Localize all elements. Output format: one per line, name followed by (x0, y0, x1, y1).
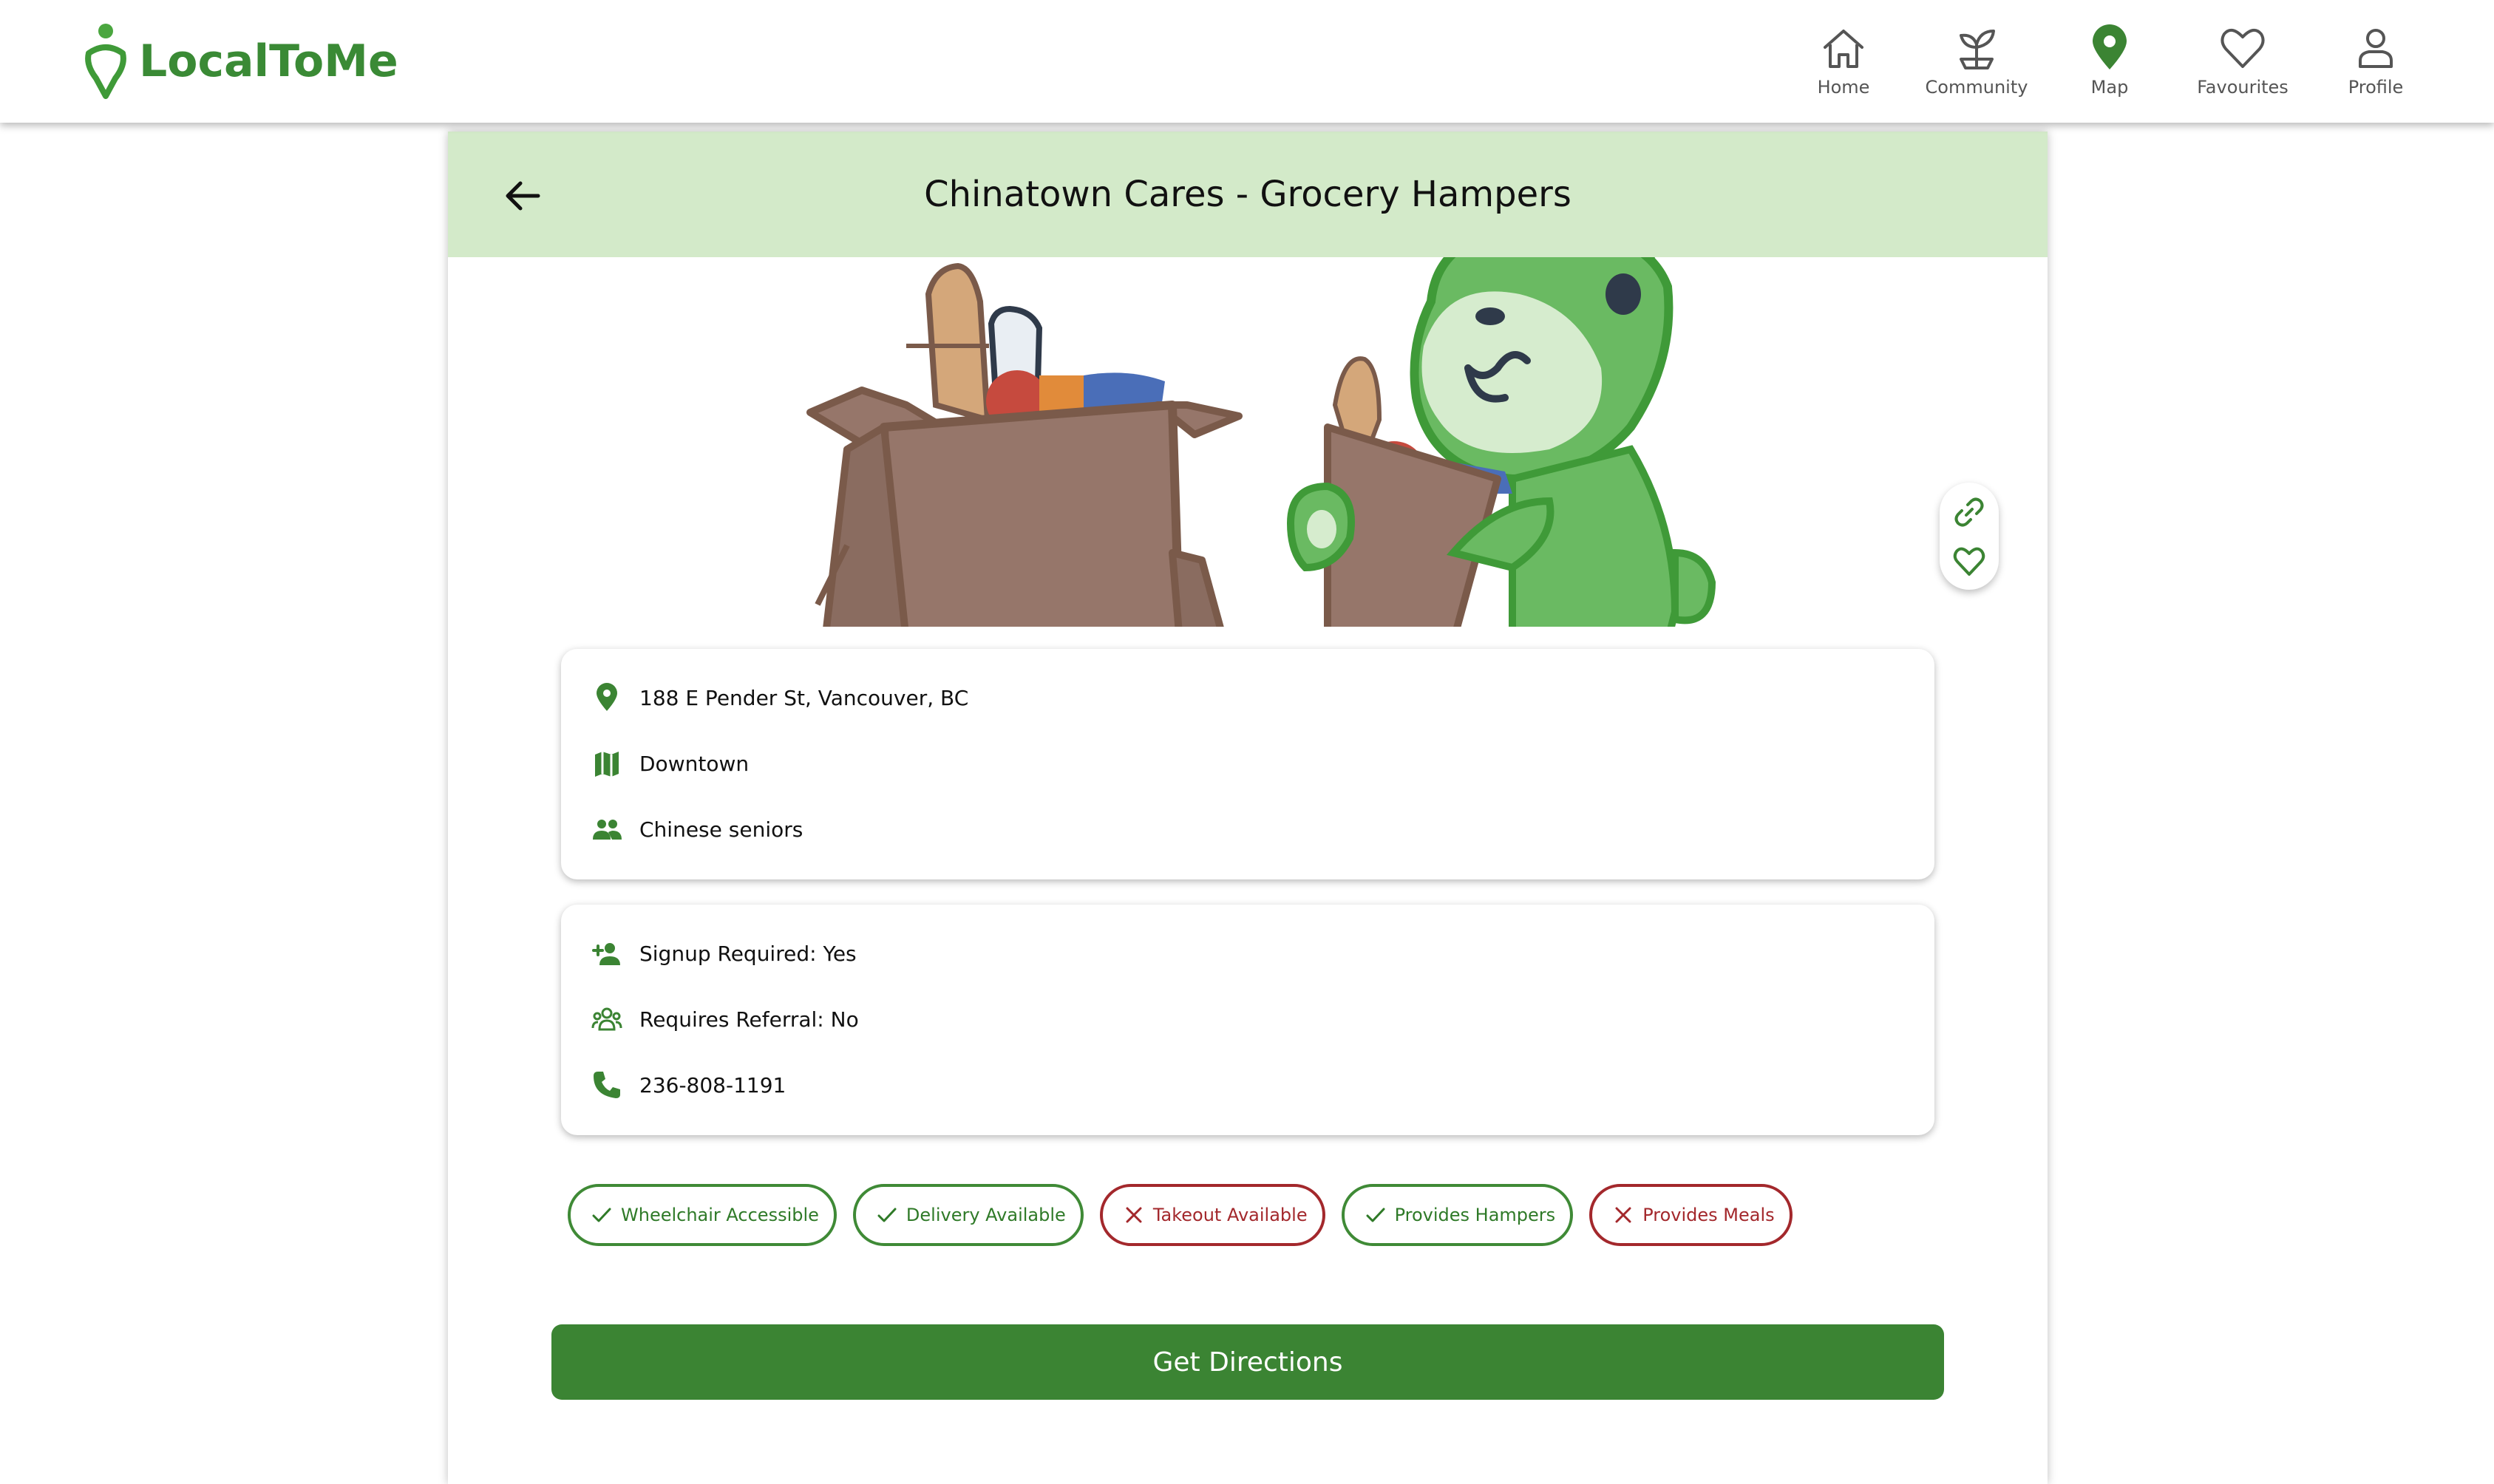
nav-label: Community (1925, 77, 2028, 98)
chip-provides-hampers[interactable]: Provides Hampers (1341, 1184, 1574, 1246)
requirements-card: Signup Required: Yes Requires Referral: … (561, 905, 1934, 1135)
brand-suffix: ToMe (269, 35, 398, 87)
heart-icon (2221, 28, 2265, 68)
nav-item-favourites[interactable]: Favourites (2176, 22, 2309, 105)
person-icon (2359, 29, 2393, 68)
phone-row[interactable]: 236-808-1191 (591, 1063, 1905, 1107)
people-icon (593, 820, 622, 840)
get-directions-button[interactable]: Get Directions (551, 1324, 1944, 1400)
audience-text: Chinese seniors (639, 817, 803, 842)
nav-item-home[interactable]: Home (1777, 22, 1910, 105)
nav-item-profile[interactable]: Profile (2309, 22, 2442, 105)
logo-pin-icon (85, 24, 126, 99)
sprout-icon (1960, 30, 1995, 69)
group-outline-icon (591, 1007, 622, 1031)
signup-text: Signup Required: Yes (639, 941, 857, 966)
close-icon (1126, 1207, 1142, 1223)
heart-icon (1953, 547, 1985, 576)
check-icon (592, 1208, 611, 1222)
phone-text: 236-808-1191 (639, 1072, 786, 1097)
area-row: Downtown (591, 741, 1905, 786)
signup-row: Signup Required: Yes (591, 931, 1905, 976)
page-title: Chinatown Cares - Grocery Hampers (924, 174, 1572, 215)
phone-icon (594, 1072, 620, 1098)
app-logo[interactable]: LocalToMe (83, 22, 398, 101)
location-card: 188 E Pender St, Vancouver, BC Downtown … (561, 649, 1934, 879)
chip-label: Delivery Available (905, 1205, 1066, 1225)
address-text: 188 E Pender St, Vancouver, BC (639, 685, 969, 710)
grocery-bear-illustration (806, 257, 1716, 627)
check-icon (877, 1208, 897, 1222)
area-text: Downtown (639, 751, 750, 776)
quick-actions (1940, 483, 1999, 590)
favourite-button[interactable] (1951, 543, 1987, 579)
home-icon (1824, 30, 1863, 68)
main-nav: Home Community Map Favourites Profile (1777, 22, 2442, 105)
map-pin-icon (2093, 24, 2127, 69)
location-pin-icon (597, 683, 617, 711)
chip-label: Provides Hampers (1394, 1205, 1556, 1225)
page-header: Chinatown Cares - Grocery Hampers (448, 132, 2048, 257)
feature-chips: Wheelchair Accessible Delivery Available… (568, 1184, 1793, 1246)
chip-provides-meals[interactable]: Provides Meals (1589, 1184, 1793, 1246)
person-add-icon (592, 943, 620, 965)
chip-label: Provides Meals (1642, 1205, 1775, 1225)
link-icon (1954, 497, 1984, 526)
top-navigation-bar: LocalToMe Home Community Map Favourites … (0, 0, 2494, 123)
bear-mascot-illustration (1286, 257, 1716, 627)
referral-row: Requires Referral: No (591, 997, 1905, 1041)
map-icon (595, 752, 619, 777)
grocery-box-illustration (806, 262, 1243, 627)
chip-takeout-available[interactable]: Takeout Available (1099, 1184, 1325, 1246)
hero-illustration (714, 257, 1793, 627)
close-icon (1615, 1207, 1631, 1223)
check-icon (1366, 1208, 1385, 1222)
back-button[interactable] (497, 170, 548, 222)
nav-label: Favourites (2197, 77, 2289, 98)
nav-label: Map (2090, 77, 2129, 98)
nav-label: Home (1817, 77, 1870, 98)
nav-item-map[interactable]: Map (2043, 22, 2176, 105)
brand-prefix: Local (139, 35, 270, 87)
referral-text: Requires Referral: No (639, 1007, 859, 1032)
resource-detail-panel: Chinatown Cares - Grocery Hampers 188 E … (448, 132, 2048, 1484)
chip-delivery-available[interactable]: Delivery Available (852, 1184, 1084, 1246)
copy-link-button[interactable] (1951, 494, 1987, 530)
address-row: 188 E Pender St, Vancouver, BC (591, 675, 1905, 720)
arrow-left-icon (506, 181, 540, 211)
chip-wheelchair-accessible[interactable]: Wheelchair Accessible (568, 1184, 837, 1246)
chip-label: Wheelchair Accessible (621, 1205, 819, 1225)
audience-row: Chinese seniors (591, 807, 1905, 851)
app-name: LocalToMe (139, 35, 398, 87)
nav-label: Profile (2348, 77, 2404, 98)
nav-item-community[interactable]: Community (1910, 22, 2043, 105)
chip-label: Takeout Available (1152, 1205, 1308, 1225)
